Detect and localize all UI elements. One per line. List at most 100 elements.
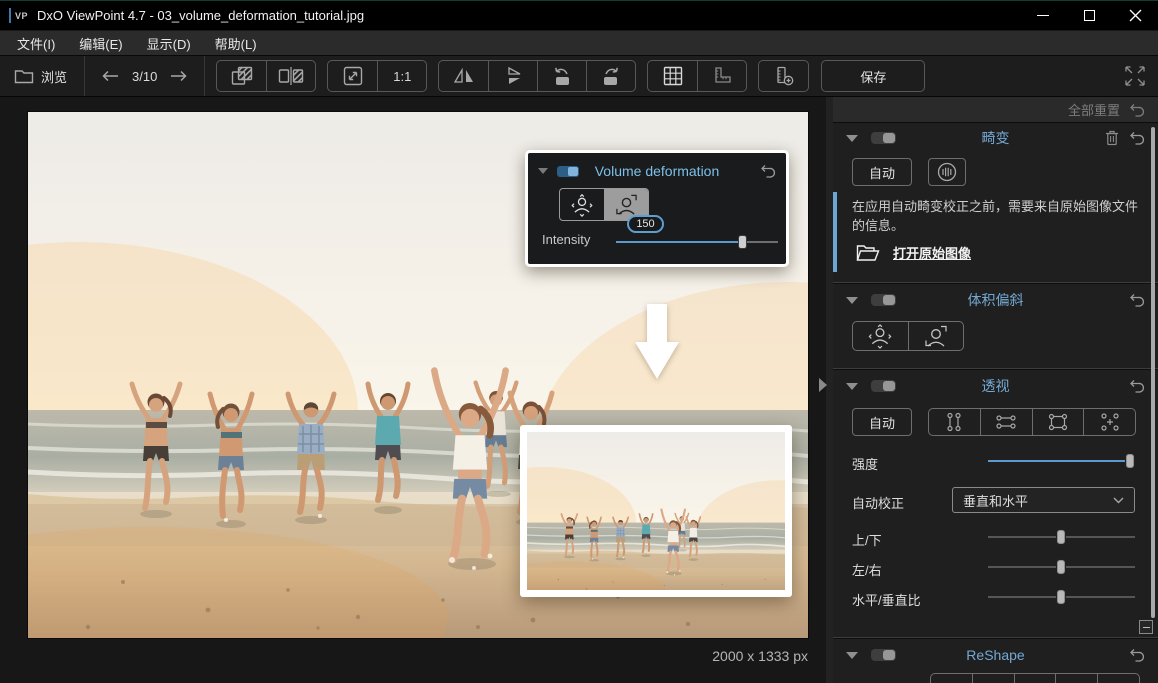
- compare-split-button[interactable]: [266, 61, 315, 91]
- save-button[interactable]: 保存: [821, 60, 925, 92]
- toolbar-divider: [204, 56, 205, 96]
- trash-icon[interactable]: [1105, 130, 1119, 146]
- maximize-button[interactable]: [1066, 1, 1112, 30]
- slider-handle[interactable]: [1056, 559, 1066, 575]
- hv-ratio-slider[interactable]: [988, 589, 1135, 605]
- menu-help[interactable]: 帮助(L): [203, 34, 269, 53]
- window-title: DxO ViewPoint 4.7 - 03_volume_deformatio…: [37, 8, 364, 23]
- ruler-add-icon: [774, 66, 794, 86]
- overlay-panel-title: Volume deformation: [538, 163, 776, 179]
- volume-panel-header: 体积偏斜: [833, 286, 1158, 314]
- reshape-tools-partial: [930, 673, 1140, 683]
- slider-fill: [616, 241, 744, 243]
- sidebar-collapse-handle[interactable]: [819, 378, 827, 392]
- sidebar-splitter[interactable]: [826, 97, 833, 683]
- minimize-button[interactable]: [1020, 1, 1066, 30]
- reshape-tool-button[interactable]: [1014, 674, 1056, 683]
- reshape-tool-button[interactable]: [972, 674, 1014, 683]
- logo-text: VP: [15, 11, 28, 21]
- force-rectangle-button[interactable]: [1032, 409, 1084, 435]
- volume-hv-icon: [867, 323, 893, 349]
- flip-horizontal-button[interactable]: [439, 61, 488, 91]
- left-right-slider[interactable]: [988, 559, 1135, 575]
- grid-button[interactable]: [648, 61, 697, 91]
- undo-icon[interactable]: [1129, 103, 1145, 117]
- overlay-intensity-slider: [616, 234, 778, 249]
- volume-mode-buttons: [852, 321, 964, 351]
- undo-icon[interactable]: [1129, 379, 1145, 393]
- perspective-panel-header: 透视: [833, 372, 1158, 400]
- panel-separator: [833, 368, 1158, 370]
- perspective-title: 透视: [833, 376, 1158, 396]
- flip-vertical-icon: [501, 66, 525, 86]
- menu-edit[interactable]: 编辑(E): [67, 34, 134, 53]
- reshape-tool-button[interactable]: [1055, 674, 1097, 683]
- reshape-tool-button[interactable]: [1097, 674, 1139, 683]
- distortion-panel-header: 畸变: [833, 124, 1158, 152]
- volume-diag-icon: [924, 324, 948, 348]
- volume-hv-button[interactable]: [853, 322, 908, 350]
- volume-hv-icon: [570, 193, 594, 217]
- intensity-label: 强度: [852, 454, 878, 473]
- next-image-icon[interactable]: [170, 70, 187, 82]
- slider-handle[interactable]: [1125, 453, 1135, 469]
- slider-handle[interactable]: [1056, 529, 1066, 545]
- fullscreen-button[interactable]: [1123, 64, 1147, 88]
- undo-icon[interactable]: [1129, 648, 1145, 662]
- overlay-intensity-label: Intensity: [542, 232, 590, 247]
- menu-file[interactable]: 文件(I): [5, 34, 67, 53]
- ruler-add-button[interactable]: [759, 61, 808, 91]
- zoom-actual-button[interactable]: 1:1: [377, 61, 426, 91]
- up-down-slider[interactable]: [988, 529, 1135, 545]
- panel-separator: [833, 637, 1158, 639]
- displayed-photo[interactable]: Volume deformation: [28, 112, 808, 638]
- left-right-label: 左/右: [852, 560, 882, 579]
- perspective-auto-button[interactable]: 自动: [852, 408, 912, 436]
- volume-diag-icon: [615, 193, 638, 216]
- prev-image-icon[interactable]: [102, 70, 119, 82]
- reshape-tool-button[interactable]: [931, 674, 972, 683]
- fullscreen-icon: [1123, 64, 1147, 88]
- reset-all-label[interactable]: 全部重置: [1068, 100, 1120, 119]
- distortion-manual-button[interactable]: [928, 158, 966, 186]
- volume-hv-button: [560, 189, 604, 220]
- flip-vertical-button[interactable]: [488, 61, 537, 91]
- compare-overlay-button[interactable]: [217, 61, 266, 91]
- image-dimensions: 2000 x 1333 px: [712, 648, 808, 664]
- rotate-ccw-button[interactable]: [537, 61, 586, 91]
- info-accent-bar: [833, 192, 837, 272]
- compare-group: [216, 60, 316, 92]
- force-horizontal-button[interactable]: [980, 409, 1032, 435]
- eight-point-button[interactable]: [1083, 409, 1135, 435]
- auto-correct-dropdown[interactable]: 垂直和水平: [952, 487, 1135, 513]
- title-bar: VP DxO ViewPoint 4.7 - 03_volume_deforma…: [0, 0, 1158, 30]
- menu-view[interactable]: 显示(D): [135, 34, 203, 53]
- fit-screen-icon: [343, 66, 363, 86]
- open-original-row[interactable]: 打开原始图像: [856, 243, 971, 262]
- slider-handle[interactable]: [1056, 589, 1066, 605]
- distortion-auto-button[interactable]: 自动: [852, 158, 912, 186]
- volume-diag-button[interactable]: [908, 322, 964, 350]
- ruler-button[interactable]: [697, 61, 746, 91]
- scroll-collapse-button[interactable]: [1139, 620, 1153, 634]
- grid-icon: [663, 66, 683, 86]
- browse-button[interactable]: 浏览: [0, 67, 84, 86]
- sidebar-scrollbar[interactable]: [1151, 127, 1155, 618]
- slider-fill: [988, 460, 1129, 462]
- undo-icon[interactable]: [1129, 293, 1145, 307]
- reshape-title: ReShape: [833, 647, 1158, 663]
- open-original-link[interactable]: 打开原始图像: [893, 243, 971, 262]
- slider-track: [744, 241, 778, 243]
- up-down-label: 上/下: [852, 530, 882, 549]
- auto-correct-label: 自动校正: [852, 493, 904, 512]
- result-inset-image: [520, 425, 792, 597]
- hv-ratio-label: 水平/垂直比: [852, 590, 921, 609]
- force-vertical-button[interactable]: [929, 409, 980, 435]
- rotate-cw-button[interactable]: [586, 61, 635, 91]
- close-button[interactable]: [1112, 1, 1158, 30]
- ruler-add-group: [758, 60, 809, 92]
- fit-screen-button[interactable]: [328, 61, 377, 91]
- undo-icon[interactable]: [1129, 131, 1145, 145]
- reshape-panel-header: ReShape: [833, 641, 1158, 669]
- intensity-slider[interactable]: [988, 453, 1135, 469]
